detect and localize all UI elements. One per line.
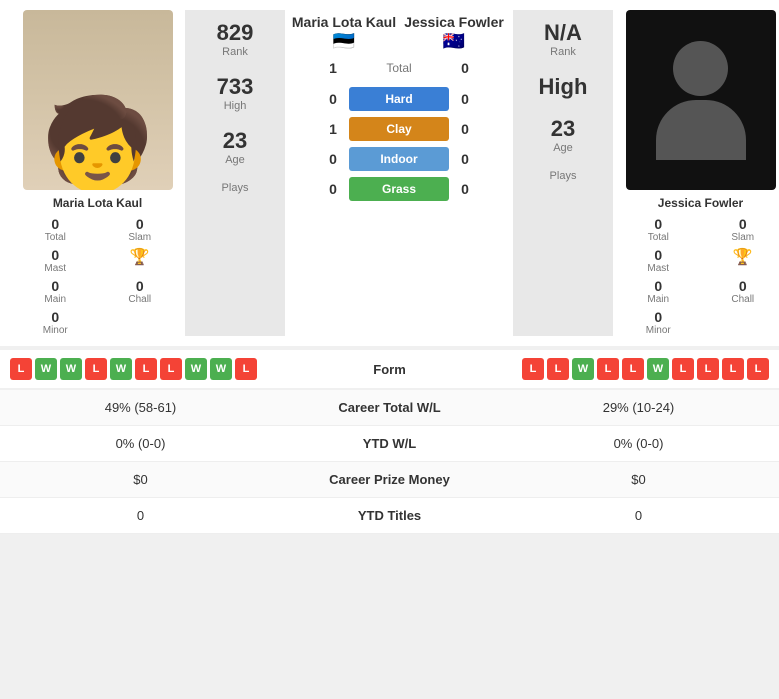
stats-table: 49% (58-61) Career Total W/L 29% (10-24)… (0, 390, 779, 534)
form-pills-right: LLWLLWLLLL (450, 358, 770, 380)
form-pill-left: L (160, 358, 182, 380)
score-row-hard: 0 Hard 0 (285, 87, 513, 111)
stats-left-value: 0 (16, 508, 265, 523)
stats-row: 49% (58-61) Career Total W/L 29% (10-24) (0, 390, 779, 426)
form-pill-right: W (647, 358, 669, 380)
rank-box-left: 829 Rank (217, 20, 254, 58)
stats-left-value: $0 (16, 472, 265, 487)
stat-mast-left: 0 Mast (18, 247, 93, 274)
high-box-right: High (539, 74, 588, 100)
stat-trophy-left: 🏆 (103, 247, 178, 274)
form-pill-left: L (135, 358, 157, 380)
form-pill-right: L (622, 358, 644, 380)
stat-slam-right: 0 Slam (706, 216, 779, 243)
player-right-stats: 0 Total 0 Slam 0 Mast 🏆 0 Main (613, 216, 779, 336)
trophy-icon-right: 🏆 (733, 247, 753, 267)
trophy-icon-left: 🏆 (130, 247, 150, 267)
form-pill-left: W (35, 358, 57, 380)
stat-chall-right: 0 Chall (706, 278, 779, 305)
silhouette-body (656, 100, 746, 160)
stat-total-left: 0 Total (18, 216, 93, 243)
stats-row-label: Career Prize Money (265, 472, 514, 487)
form-pill-right: L (547, 358, 569, 380)
player-right-middle-stats: N/A Rank High 23 Age Plays (513, 10, 613, 336)
form-pill-right: L (672, 358, 694, 380)
stat-main-right: 0 Main (621, 278, 696, 305)
plays-box-left: Plays (222, 182, 249, 194)
age-box-left: 23 Age (223, 128, 247, 166)
center-name-right: Jessica Fowler 🇦🇺 (399, 14, 509, 52)
stats-row: 0 YTD Titles 0 (0, 498, 779, 534)
stats-right-value: 0 (514, 508, 763, 523)
player-right-name: Jessica Fowler (658, 196, 743, 210)
form-pill-right: L (697, 358, 719, 380)
stats-row-label: Career Total W/L (265, 400, 514, 415)
stats-right-value: $0 (514, 472, 763, 487)
form-pill-right: L (722, 358, 744, 380)
stats-right-value: 0% (0-0) (514, 436, 763, 451)
rank-box-right: N/A Rank (544, 20, 582, 58)
form-pill-left: L (235, 358, 257, 380)
center-scores-col: Maria Lota Kaul 🇪🇪 Jessica Fowler 🇦🇺 1 T… (285, 10, 513, 336)
stats-right-value: 29% (10-24) (514, 400, 763, 415)
stat-minor-right: 0 Minor (621, 309, 696, 336)
player-left-middle-stats: 829 Rank 733 High 23 Age Plays (185, 10, 285, 336)
form-pill-left: L (85, 358, 107, 380)
stat-total-right: 0 Total (621, 216, 696, 243)
form-pill-right: W (572, 358, 594, 380)
stat-chall-left: 0 Chall (103, 278, 178, 305)
player-right-card: Jessica Fowler 0 Total 0 Slam 0 Mast 🏆 (613, 10, 779, 336)
player-comparison: 🧒 Maria Lota Kaul 0 Total 0 Slam 0 Mast … (0, 0, 779, 346)
player-left-card: 🧒 Maria Lota Kaul 0 Total 0 Slam 0 Mast … (10, 10, 185, 336)
main-container: 🧒 Maria Lota Kaul 0 Total 0 Slam 0 Mast … (0, 0, 779, 534)
surface-clay-btn[interactable]: Clay (349, 117, 449, 141)
stats-row: 0% (0-0) YTD W/L 0% (0-0) (0, 426, 779, 462)
center-names-row: Maria Lota Kaul 🇪🇪 Jessica Fowler 🇦🇺 (285, 14, 513, 52)
stats-row: $0 Career Prize Money $0 (0, 462, 779, 498)
form-pill-right: L (522, 358, 544, 380)
player-left-photo: 🧒 (23, 10, 173, 190)
surface-grass-btn[interactable]: Grass (349, 177, 449, 201)
stats-left-value: 0% (0-0) (16, 436, 265, 451)
stats-row-label: YTD Titles (265, 508, 514, 523)
surface-hard-btn[interactable]: Hard (349, 87, 449, 111)
player-left-name: Maria Lota Kaul (53, 196, 142, 210)
form-pill-left: W (210, 358, 232, 380)
form-section: LWWLWLLWWL Form LLWLLWLLLL (0, 350, 779, 388)
form-pills-left: LWWLWLLWWL (10, 358, 330, 380)
stat-main-left: 0 Main (18, 278, 93, 305)
player-right-photo (626, 10, 776, 190)
stat-minor-left: 0 Minor (18, 309, 93, 336)
form-pill-left: L (10, 358, 32, 380)
stat-trophy-right: 🏆 (706, 247, 779, 274)
player-left-stats: 0 Total 0 Slam 0 Mast 🏆 0 Main (10, 216, 185, 336)
score-row-grass: 0 Grass 0 (285, 177, 513, 201)
form-pill-left: W (185, 358, 207, 380)
score-row-clay: 1 Clay 0 (285, 117, 513, 141)
surface-indoor-btn[interactable]: Indoor (349, 147, 449, 171)
form-pill-left: W (110, 358, 132, 380)
score-row-total: 1 Total 0 (285, 60, 513, 76)
plays-box-right: Plays (550, 170, 577, 182)
score-row-indoor: 0 Indoor 0 (285, 147, 513, 171)
stats-left-value: 49% (58-61) (16, 400, 265, 415)
form-pill-left: W (60, 358, 82, 380)
stat-slam-left: 0 Slam (103, 216, 178, 243)
form-label: Form (330, 362, 450, 377)
stat-mast-right: 0 Mast (621, 247, 696, 274)
high-box-left: 733 High (217, 74, 254, 112)
center-name-left: Maria Lota Kaul 🇪🇪 (289, 14, 399, 52)
form-pill-right: L (747, 358, 769, 380)
form-pill-right: L (597, 358, 619, 380)
silhouette-head (673, 41, 728, 96)
stats-row-label: YTD W/L (265, 436, 514, 451)
age-box-right: 23 Age (551, 116, 575, 154)
